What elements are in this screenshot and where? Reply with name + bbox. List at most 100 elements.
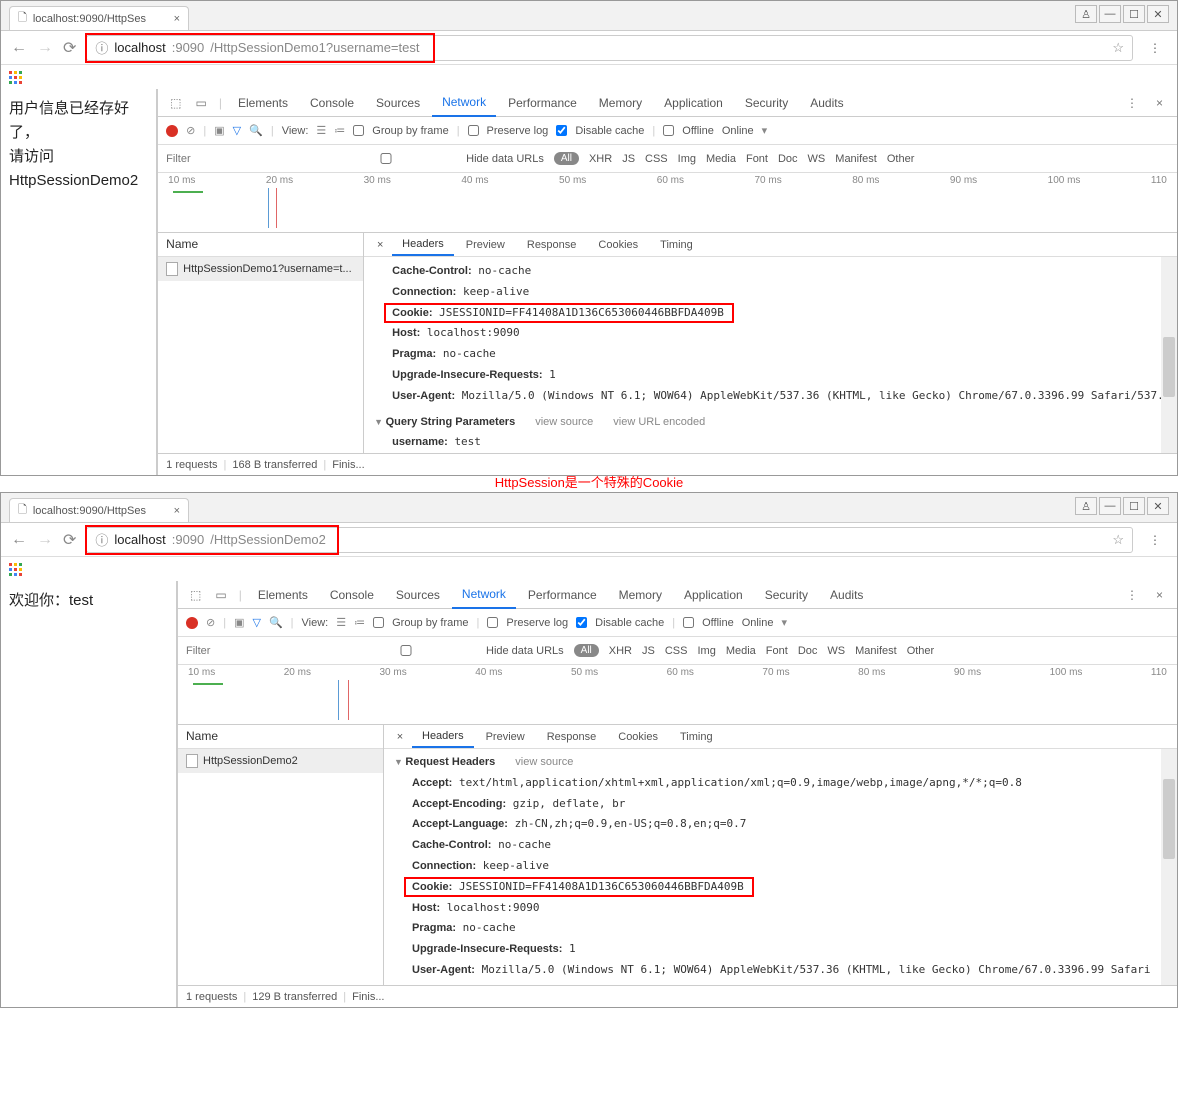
reload-button[interactable]: ⟳ bbox=[63, 38, 76, 58]
tab-application[interactable]: Application bbox=[674, 582, 753, 608]
info-icon[interactable]: ⓘ bbox=[95, 38, 108, 57]
tab-security[interactable]: Security bbox=[755, 582, 818, 608]
dtab-response[interactable]: Response bbox=[517, 235, 587, 255]
scrollbar-thumb[interactable] bbox=[1163, 779, 1175, 859]
bookmark-star-icon[interactable]: ☆ bbox=[1112, 40, 1124, 56]
filter-ws[interactable]: WS bbox=[808, 153, 826, 165]
filter-icon[interactable]: ▽ bbox=[252, 616, 260, 629]
device-icon[interactable]: ▭ bbox=[209, 588, 232, 602]
tab-network[interactable]: Network bbox=[452, 581, 516, 609]
filter-css[interactable]: CSS bbox=[645, 153, 668, 165]
search-icon[interactable]: 🔍 bbox=[269, 616, 283, 629]
list-view-icon[interactable]: ☰ bbox=[316, 124, 326, 137]
tab-audits[interactable]: Audits bbox=[820, 582, 873, 608]
request-row[interactable]: HttpSessionDemo2 bbox=[178, 749, 383, 773]
dropdown-icon[interactable]: ▾ bbox=[762, 124, 768, 137]
user-icon[interactable]: ♙ bbox=[1075, 497, 1097, 515]
scrollbar[interactable] bbox=[1161, 749, 1177, 985]
preserve-log-checkbox[interactable] bbox=[487, 617, 498, 628]
address-bar[interactable]: ⓘ localhost:9090/HttpSessionDemo1?userna… bbox=[86, 35, 1133, 61]
apps-icon[interactable] bbox=[9, 563, 23, 577]
preserve-log-checkbox[interactable] bbox=[468, 125, 479, 136]
info-icon[interactable]: ⓘ bbox=[95, 530, 108, 549]
dtab-response[interactable]: Response bbox=[537, 727, 607, 747]
clear-icon[interactable]: ⊘ bbox=[186, 124, 195, 137]
close-button[interactable]: ✕ bbox=[1147, 497, 1169, 515]
filter-js[interactable]: JS bbox=[622, 153, 635, 165]
close-button[interactable]: ✕ bbox=[1147, 5, 1169, 23]
offline-checkbox[interactable] bbox=[683, 617, 694, 628]
tab-sources[interactable]: Sources bbox=[386, 582, 450, 608]
filter-font[interactable]: Font bbox=[766, 645, 788, 657]
group-by-frame-checkbox[interactable] bbox=[353, 125, 364, 136]
record-button[interactable] bbox=[186, 617, 198, 629]
back-button[interactable]: ← bbox=[11, 531, 27, 549]
tab-console[interactable]: Console bbox=[300, 90, 364, 116]
browser-tab[interactable]: 🗋 localhost:9090/HttpSes × bbox=[9, 6, 189, 30]
browser-tab[interactable]: 🗋 localhost:9090/HttpSes × bbox=[9, 498, 189, 522]
filter-doc[interactable]: Doc bbox=[778, 153, 798, 165]
name-column-header[interactable]: Name bbox=[158, 233, 363, 257]
tab-security[interactable]: Security bbox=[735, 90, 798, 116]
maximize-button[interactable]: ☐ bbox=[1123, 5, 1145, 23]
dtab-timing[interactable]: Timing bbox=[650, 235, 703, 255]
filter-xhr[interactable]: XHR bbox=[589, 153, 612, 165]
close-devtools-icon[interactable]: × bbox=[1150, 588, 1169, 602]
filter-other[interactable]: Other bbox=[907, 645, 935, 657]
tab-memory[interactable]: Memory bbox=[589, 90, 652, 116]
maximize-button[interactable]: ☐ bbox=[1123, 497, 1145, 515]
dtab-headers[interactable]: Headers bbox=[412, 726, 474, 748]
filter-css[interactable]: CSS bbox=[665, 645, 688, 657]
inspect-icon[interactable]: ⬚ bbox=[184, 588, 207, 602]
settings-dots-icon[interactable]: ⋮ bbox=[1120, 588, 1144, 602]
filter-icon[interactable]: ▽ bbox=[233, 124, 241, 137]
bookmark-star-icon[interactable]: ☆ bbox=[1112, 532, 1124, 548]
frame-view-icon[interactable]: ≔ bbox=[334, 124, 345, 137]
settings-dots-icon[interactable]: ⋮ bbox=[1120, 96, 1144, 110]
device-icon[interactable]: ▭ bbox=[190, 96, 213, 110]
tab-console[interactable]: Console bbox=[320, 582, 384, 608]
minimize-button[interactable]: — bbox=[1099, 497, 1121, 515]
close-tab-icon[interactable]: × bbox=[174, 505, 180, 517]
filter-doc[interactable]: Doc bbox=[798, 645, 818, 657]
timeline[interactable]: 10 ms20 ms30 ms40 ms50 ms60 ms70 ms80 ms… bbox=[158, 173, 1177, 233]
offline-checkbox[interactable] bbox=[663, 125, 674, 136]
search-icon[interactable]: 🔍 bbox=[249, 124, 263, 137]
dtab-headers[interactable]: Headers bbox=[392, 234, 454, 256]
tab-performance[interactable]: Performance bbox=[498, 90, 587, 116]
camera-icon[interactable]: ▣ bbox=[214, 124, 224, 137]
apps-icon[interactable] bbox=[9, 71, 23, 85]
user-icon[interactable]: ♙ bbox=[1075, 5, 1097, 23]
dtab-preview[interactable]: Preview bbox=[476, 727, 535, 747]
minimize-button[interactable]: — bbox=[1099, 5, 1121, 23]
tab-network[interactable]: Network bbox=[432, 89, 496, 117]
frame-view-icon[interactable]: ≔ bbox=[354, 616, 365, 629]
list-view-icon[interactable]: ☰ bbox=[336, 616, 346, 629]
tab-sources[interactable]: Sources bbox=[366, 90, 430, 116]
close-detail-icon[interactable]: × bbox=[370, 239, 390, 251]
dtab-cookies[interactable]: Cookies bbox=[608, 727, 668, 747]
tab-elements[interactable]: Elements bbox=[248, 582, 318, 608]
address-bar[interactable]: ⓘ localhost:9090/HttpSessionDemo2 ☆ bbox=[86, 527, 1133, 553]
filter-all[interactable]: All bbox=[574, 644, 599, 657]
hide-data-urls-checkbox[interactable] bbox=[316, 153, 456, 164]
scrollbar[interactable] bbox=[1161, 257, 1177, 453]
close-tab-icon[interactable]: × bbox=[174, 13, 180, 25]
tab-application[interactable]: Application bbox=[654, 90, 733, 116]
filter-media[interactable]: Media bbox=[706, 153, 736, 165]
dropdown-icon[interactable]: ▾ bbox=[781, 616, 787, 629]
close-detail-icon[interactable]: × bbox=[390, 731, 410, 743]
scrollbar-thumb[interactable] bbox=[1163, 337, 1175, 397]
filter-img[interactable]: Img bbox=[697, 645, 715, 657]
dtab-timing[interactable]: Timing bbox=[670, 727, 723, 747]
filter-manifest[interactable]: Manifest bbox=[855, 645, 897, 657]
request-headers-section[interactable]: Request Headersview source bbox=[394, 753, 1177, 773]
tab-performance[interactable]: Performance bbox=[518, 582, 607, 608]
filter-input[interactable] bbox=[166, 153, 306, 165]
filter-other[interactable]: Other bbox=[887, 153, 915, 165]
request-row[interactable]: HttpSessionDemo1?username=t... bbox=[158, 257, 363, 281]
dtab-cookies[interactable]: Cookies bbox=[588, 235, 648, 255]
qsp-section[interactable]: Query String Parametersview sourceview U… bbox=[374, 413, 1177, 433]
tab-elements[interactable]: Elements bbox=[228, 90, 298, 116]
filter-js[interactable]: JS bbox=[642, 645, 655, 657]
